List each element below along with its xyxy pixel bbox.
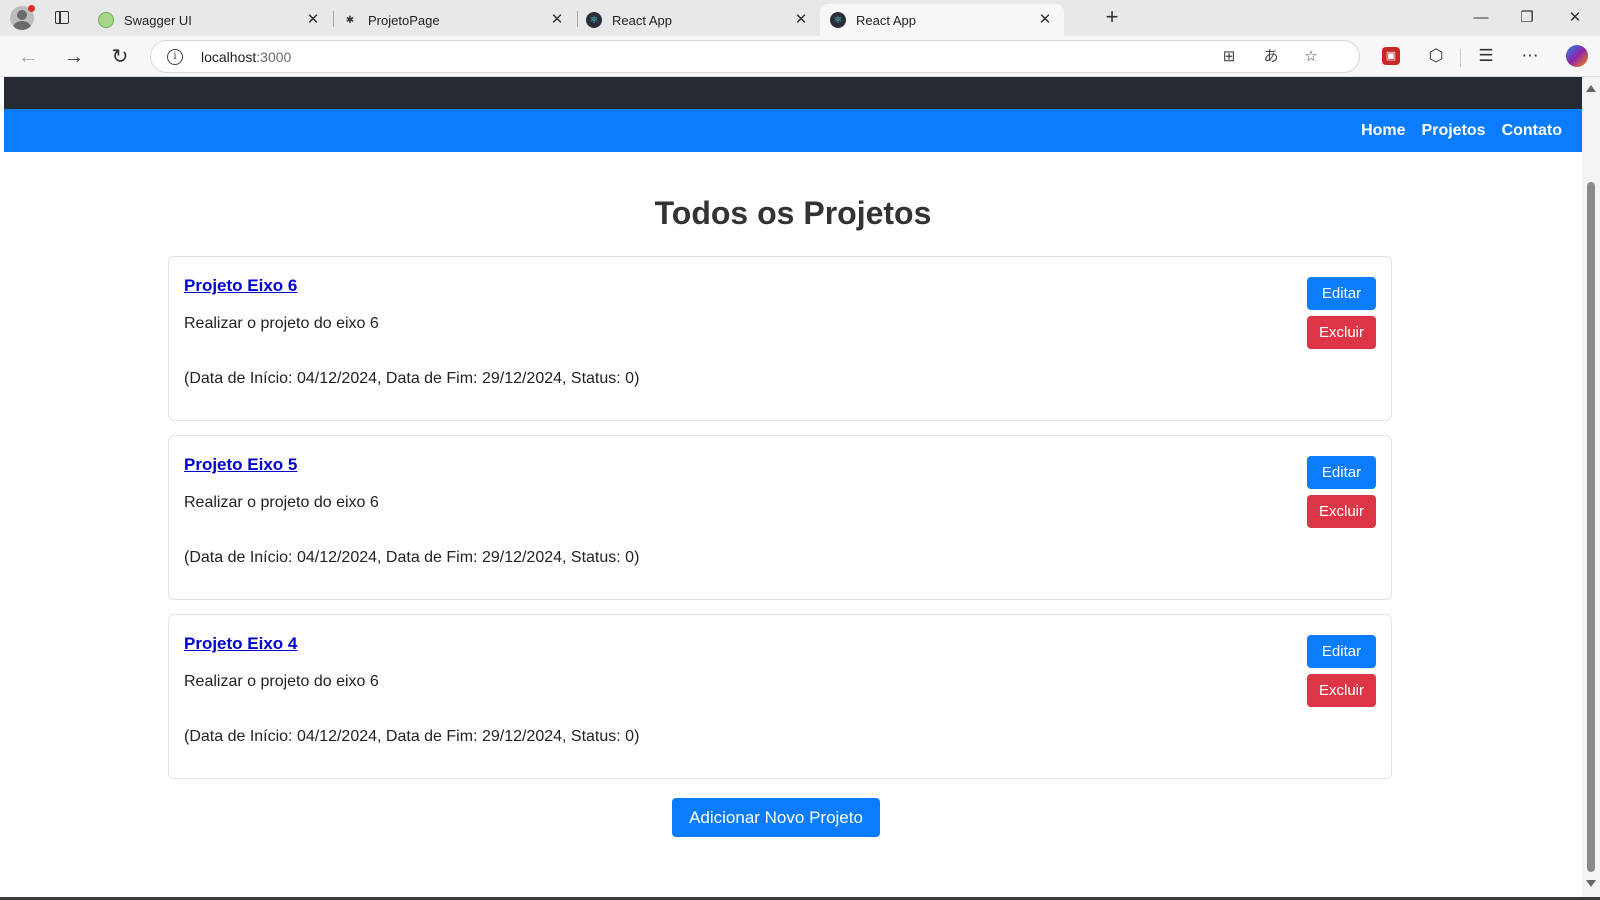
forward-arrow-icon[interactable]: → — [62, 45, 86, 69]
page-scrollbar[interactable] — [1582, 77, 1600, 897]
extension-red-icon[interactable]: ▣ — [1382, 47, 1400, 65]
tab-swagger-ui[interactable]: Swagger UI ✕ — [88, 4, 332, 36]
edit-button[interactable]: Editar — [1307, 456, 1376, 489]
project-title-link[interactable]: Projeto Eixo 4 — [184, 634, 297, 654]
scroll-up-arrow-icon[interactable] — [1586, 85, 1596, 92]
delete-button[interactable]: Excluir — [1307, 674, 1376, 707]
tab-title: React App — [612, 12, 672, 28]
delete-button[interactable]: Excluir — [1307, 495, 1376, 528]
nav-link-home[interactable]: Home — [1361, 122, 1405, 140]
tab-title: ProjetoPage — [368, 12, 440, 28]
minimize-icon[interactable]: — — [1466, 6, 1496, 30]
more-options-icon[interactable]: ⋯ — [1518, 44, 1542, 68]
restore-icon[interactable]: ❐ — [1512, 6, 1542, 30]
url-port: :3000 — [256, 49, 292, 65]
url-omnibox[interactable]: i localhost:3000 ⊞ あ ☆ — [150, 40, 1360, 73]
favorite-star-icon[interactable]: ☆ — [1301, 47, 1321, 67]
swagger-icon — [98, 12, 114, 28]
translate-icon[interactable]: あ — [1261, 47, 1281, 67]
page-title: Todos os Projetos — [654, 195, 932, 231]
toolbar-separator — [1460, 49, 1461, 67]
url-host: localhost — [201, 49, 257, 65]
window-close-icon[interactable]: ✕ — [1560, 6, 1590, 30]
edit-button[interactable]: Editar — [1307, 635, 1376, 668]
new-tab-icon[interactable]: + — [1100, 6, 1124, 30]
tab-actions-icon[interactable] — [52, 8, 72, 28]
nav-link-contato[interactable]: Contato — [1502, 122, 1562, 140]
project-card: Projeto Eixo 5 Realizar o projeto do eix… — [168, 435, 1392, 600]
scrollbar-thumb[interactable] — [1587, 182, 1595, 872]
page-viewport: Home Projetos Contato Todos os Projetos … — [4, 77, 1582, 897]
edit-button[interactable]: Editar — [1307, 277, 1376, 310]
tab-close-icon[interactable]: ✕ — [304, 11, 322, 29]
project-description: Realizar o projeto do eixo 6 — [184, 494, 379, 511]
app-available-icon[interactable]: ⊞ — [1219, 47, 1239, 67]
tab-projetopage[interactable]: ✱ ProjetoPage ✕ — [332, 4, 576, 36]
tab-title: React App — [856, 12, 916, 28]
tab-close-icon[interactable]: ✕ — [1036, 11, 1054, 29]
tab-title: Swagger UI — [124, 12, 192, 28]
puzzle-icon: ✱ — [345, 14, 355, 26]
project-title-link[interactable]: Projeto Eixo 6 — [184, 276, 297, 296]
notification-dot — [28, 5, 35, 12]
copilot-icon[interactable] — [1566, 45, 1588, 67]
project-description: Realizar o projeto do eixo 6 — [184, 673, 379, 690]
tab-react-app-active[interactable]: ⚛ React App ✕ — [820, 4, 1064, 36]
navbar-links: Home Projetos Contato — [1361, 109, 1562, 152]
dark-header-strip — [4, 77, 1582, 109]
react-icon: ⚛ — [830, 12, 846, 28]
project-card: Projeto Eixo 4 Realizar o projeto do eix… — [168, 614, 1392, 779]
react-icon: ⚛ — [586, 12, 602, 28]
browser-address-bar: ← → ↻ i localhost:3000 ⊞ あ ☆ ▣ ⬡ ☰ ⋯ — [0, 36, 1600, 77]
project-meta: (Data de Início: 04/12/2024, Data de Fim… — [184, 728, 640, 745]
url-text[interactable]: localhost:3000 — [201, 49, 291, 65]
extensions-puzzle-icon[interactable]: ⬡ — [1424, 44, 1448, 68]
add-project-button[interactable]: Adicionar Novo Projeto — [672, 798, 880, 837]
project-title-link[interactable]: Projeto Eixo 5 — [184, 455, 297, 475]
delete-button[interactable]: Excluir — [1307, 316, 1376, 349]
project-card: Projeto Eixo 6 Realizar o projeto do eix… — [168, 256, 1392, 421]
tab-react-app[interactable]: ⚛ React App ✕ — [576, 4, 820, 36]
favorites-icon[interactable]: ☰ — [1474, 44, 1498, 68]
project-meta: (Data de Início: 04/12/2024, Data de Fim… — [184, 370, 640, 387]
site-navbar: Home Projetos Contato — [4, 109, 1582, 152]
project-description: Realizar o projeto do eixo 6 — [184, 315, 379, 332]
nav-link-projetos[interactable]: Projetos — [1422, 122, 1486, 140]
scroll-down-arrow-icon[interactable] — [1586, 880, 1596, 887]
back-arrow-icon[interactable]: ← — [16, 45, 40, 69]
site-info-icon[interactable]: i — [167, 49, 183, 65]
tab-close-icon[interactable]: ✕ — [792, 11, 810, 29]
tab-close-icon[interactable]: ✕ — [548, 11, 566, 29]
reload-icon[interactable]: ↻ — [108, 45, 132, 69]
project-meta: (Data de Início: 04/12/2024, Data de Fim… — [184, 549, 640, 566]
browser-tab-bar: Swagger UI ✕ ✱ ProjetoPage ✕ ⚛ React App… — [0, 0, 1600, 36]
